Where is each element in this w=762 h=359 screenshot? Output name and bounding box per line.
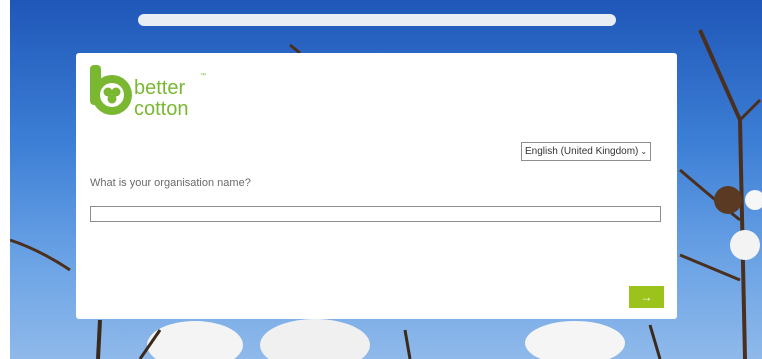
better-cotton-logo: better cotton ™ xyxy=(88,63,218,123)
logo-text-line2: cotton xyxy=(134,98,188,120)
arrow-right-icon: → xyxy=(640,290,653,304)
address-bar[interactable] xyxy=(138,14,616,26)
chevron-down-icon: ⌄ xyxy=(640,147,648,156)
organisation-question-label: What is your organisation name? xyxy=(90,177,251,189)
login-card: better cotton ™ English (United Kingdom)… xyxy=(76,53,677,319)
organisation-name-input[interactable] xyxy=(90,206,661,222)
language-select-value: English (United Kingdom) xyxy=(525,146,639,157)
left-edge-strip xyxy=(0,0,10,359)
language-select[interactable]: English (United Kingdom) ⌄ xyxy=(521,142,652,161)
logo-text-line1: better xyxy=(134,77,185,99)
logo-trademark: ™ xyxy=(200,72,206,79)
next-button[interactable]: → xyxy=(629,286,664,308)
